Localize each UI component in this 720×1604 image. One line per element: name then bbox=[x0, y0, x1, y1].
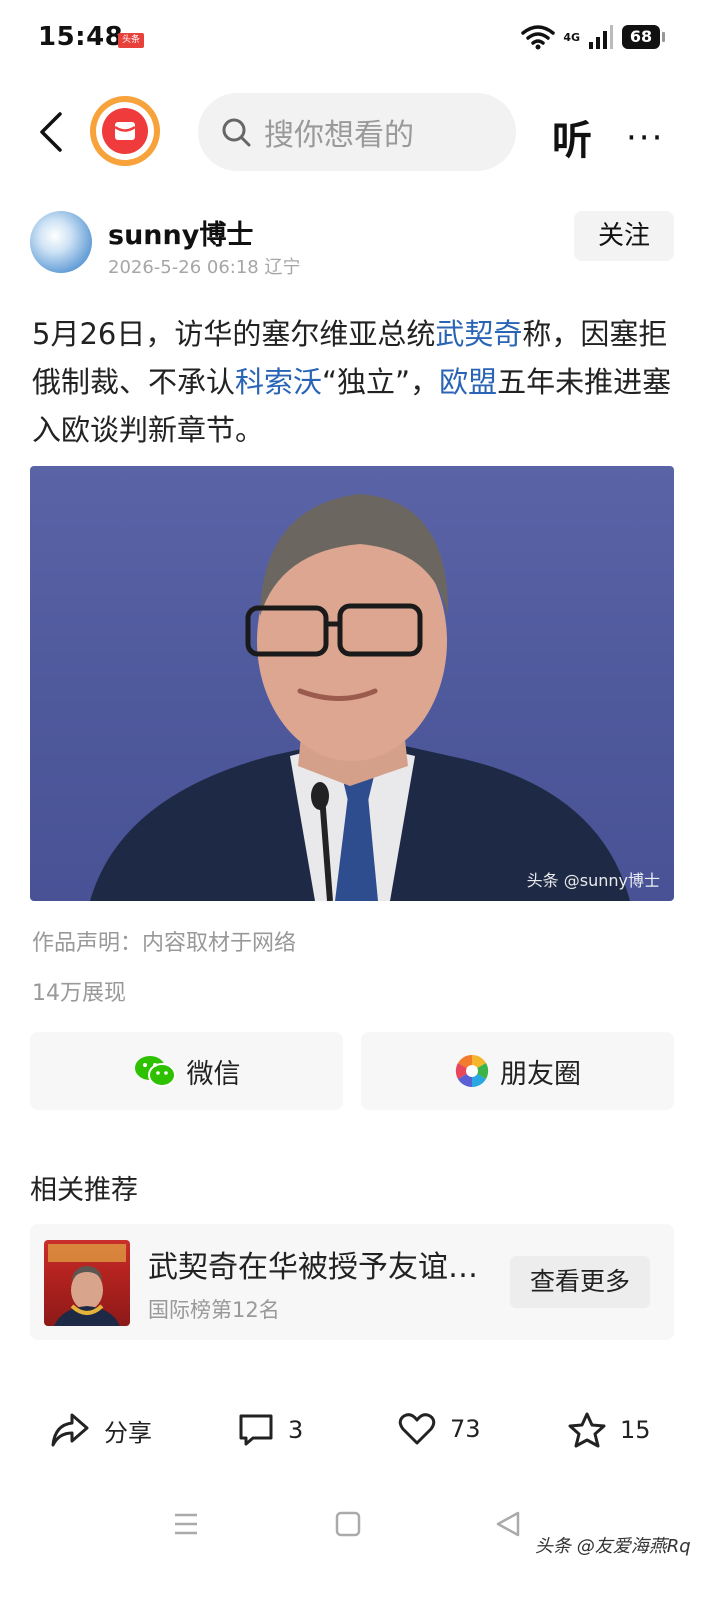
article-segment: “独立”， bbox=[322, 365, 440, 399]
search-placeholder: 搜你想看的 bbox=[264, 118, 414, 153]
share-wechat-button[interactable]: 微信 bbox=[30, 1032, 343, 1110]
red-envelope-icon bbox=[114, 122, 136, 140]
topic-link-vucic[interactable]: 武契奇 bbox=[435, 317, 522, 351]
wifi-icon bbox=[521, 25, 556, 50]
back-nav-icon[interactable] bbox=[494, 1510, 522, 1538]
topic-link-kosovo[interactable]: 科索沃 bbox=[235, 365, 322, 399]
app-logo[interactable] bbox=[90, 96, 160, 166]
heart-icon bbox=[398, 1413, 436, 1445]
view-count: 14万展现 bbox=[32, 981, 126, 1006]
related-card[interactable]: 武契奇在华被授予友谊勋章 国际榜第12名 查看更多 bbox=[30, 1224, 674, 1340]
comment-icon bbox=[239, 1414, 273, 1446]
related-title: 武契奇在华被授予友谊勋章 bbox=[148, 1250, 494, 1285]
home-icon[interactable] bbox=[334, 1510, 362, 1538]
author-avatar[interactable] bbox=[30, 211, 92, 273]
comment-action[interactable]: 3 bbox=[238, 1412, 303, 1448]
share-action-label: 分享 bbox=[104, 1418, 152, 1447]
like-count: 73 bbox=[450, 1415, 481, 1443]
footer-watermark: 头条 @友爱海燕Rq bbox=[535, 1536, 691, 1557]
share-icon bbox=[51, 1413, 89, 1447]
search-icon bbox=[222, 118, 251, 147]
favorite-action[interactable]: 15 bbox=[568, 1412, 651, 1448]
network-type: 4G bbox=[563, 30, 580, 44]
related-thumbnail bbox=[44, 1240, 130, 1326]
moments-label: 朋友圈 bbox=[500, 1058, 581, 1090]
article-photo[interactable]: 头条 @sunny博士 bbox=[30, 466, 674, 901]
status-icons: 4G 68 bbox=[521, 24, 665, 50]
article-segment: 5月26日，访华的塞尔维亚总统 bbox=[32, 317, 436, 351]
comment-count: 3 bbox=[288, 1416, 304, 1444]
follow-button[interactable]: 关注 bbox=[574, 211, 674, 261]
menu-icon[interactable] bbox=[172, 1510, 200, 1538]
listen-button[interactable]: 听 bbox=[552, 108, 592, 166]
star-icon bbox=[568, 1412, 606, 1448]
wechat-icon bbox=[134, 1056, 176, 1087]
back-icon[interactable] bbox=[32, 108, 72, 156]
wechat-label: 微信 bbox=[186, 1058, 241, 1090]
portrait-illustration bbox=[90, 494, 630, 901]
view-more-button[interactable]: 查看更多 bbox=[510, 1256, 650, 1308]
favorite-count: 15 bbox=[620, 1416, 651, 1444]
topic-link-eu[interactable]: 欧盟 bbox=[439, 365, 497, 399]
signal-icon bbox=[589, 25, 613, 49]
search-bar[interactable]: 搜你想看的 bbox=[198, 93, 516, 171]
author-name[interactable]: sunny博士 bbox=[108, 213, 253, 252]
battery-indicator: 68 bbox=[622, 25, 665, 49]
related-section-title: 相关推荐 bbox=[30, 1175, 138, 1206]
post-meta: 2026-5-26 06:18 辽宁 bbox=[108, 257, 301, 278]
related-ranking: 国际榜第12名 bbox=[148, 1298, 280, 1322]
status-time: 15:48 bbox=[38, 22, 124, 52]
like-action[interactable]: 73 bbox=[398, 1412, 481, 1446]
article-text: 5月26日，访华的塞尔维亚总统武契奇称，因塞拒俄制裁、不承认科索沃“独立”，欧盟… bbox=[32, 310, 672, 454]
share-action[interactable]: 分享 bbox=[50, 1412, 152, 1448]
app-notification-badge: 头条 bbox=[118, 33, 144, 48]
share-moments-button[interactable]: 朋友圈 bbox=[361, 1032, 674, 1110]
moments-icon bbox=[455, 1054, 489, 1088]
more-options-button[interactable]: ··· bbox=[626, 118, 664, 158]
content-statement: 作品声明：内容取材于网络 bbox=[32, 931, 297, 956]
image-watermark: 头条 @sunny博士 bbox=[526, 871, 660, 890]
